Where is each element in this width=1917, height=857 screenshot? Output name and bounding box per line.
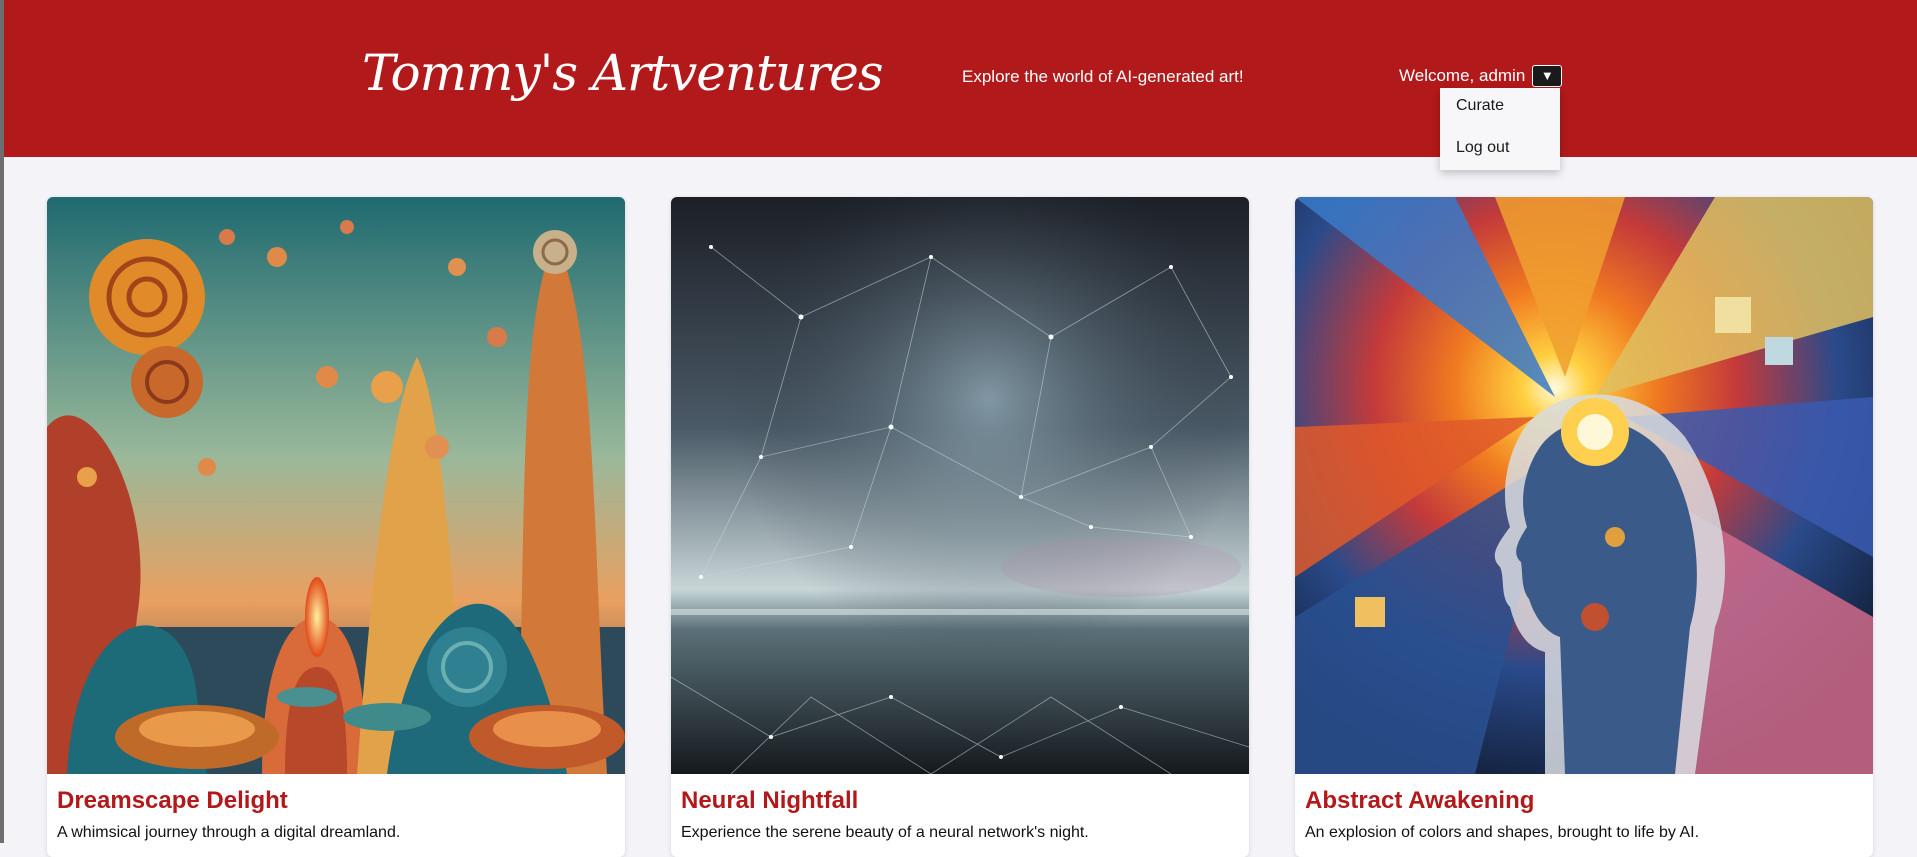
user-dropdown-menu: Curate Log out	[1440, 88, 1560, 170]
artwork-title[interactable]: Abstract Awakening	[1305, 787, 1534, 815]
user-dropdown-button[interactable]: ▼	[1532, 65, 1563, 87]
menu-item-curate[interactable]: Curate	[1456, 97, 1504, 115]
welcome-text: Welcome, admin	[1399, 66, 1526, 85]
caret-down-icon: ▼	[1540, 68, 1554, 83]
artwork-image[interactable]	[1295, 197, 1873, 774]
site-header: Tommy's Artventures Explore the world of…	[4, 0, 1917, 157]
art-card[interactable]: Abstract Awakening An explosion of color…	[1295, 197, 1873, 857]
artwork-image[interactable]	[671, 197, 1249, 774]
artwork-title[interactable]: Dreamscape Delight	[57, 787, 288, 815]
art-card[interactable]: Neural Nightfall Experience the serene b…	[671, 197, 1249, 857]
site-tagline: Explore the world of AI-generated art!	[962, 67, 1244, 86]
art-card[interactable]: Dreamscape Delight A whimsical journey t…	[47, 197, 625, 857]
site-logo[interactable]: Tommy's Artventures	[362, 44, 884, 102]
menu-item-log-out[interactable]: Log out	[1456, 139, 1509, 157]
artwork-image[interactable]	[47, 197, 625, 774]
user-menu: Welcome, admin ▼	[1399, 64, 1563, 88]
artwork-title[interactable]: Neural Nightfall	[681, 787, 858, 815]
artwork-description: Experience the serene beauty of a neural…	[681, 824, 1089, 841]
artwork-description: An explosion of colors and shapes, broug…	[1305, 824, 1700, 841]
artwork-description: A whimsical journey through a digital dr…	[57, 824, 401, 841]
